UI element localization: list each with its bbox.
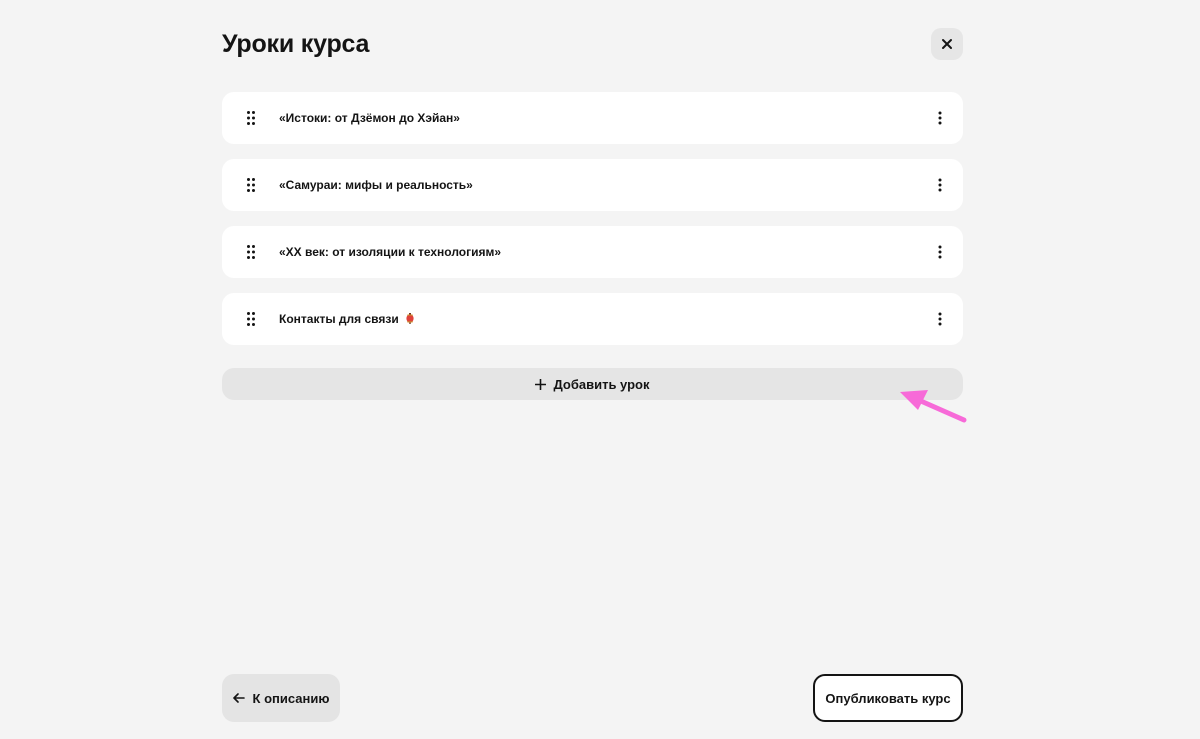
lesson-menu-button[interactable] [917, 293, 963, 345]
drag-handle[interactable] [222, 293, 279, 345]
drag-handle-icon [246, 178, 255, 192]
drag-handle-icon [246, 111, 255, 125]
lesson-title-text: Контакты для связи [279, 312, 399, 326]
more-vertical-icon [938, 178, 942, 192]
close-icon [942, 39, 952, 49]
add-lesson-label: Добавить урок [553, 376, 650, 392]
more-vertical-icon [938, 245, 942, 259]
lesson-title: «Самураи: мифы и реальность» [279, 178, 473, 192]
lesson-menu-button[interactable] [917, 159, 963, 211]
drag-handle[interactable] [222, 226, 279, 278]
drag-handle-icon [246, 312, 255, 326]
page-title: Уроки курса [222, 30, 370, 58]
lesson-item[interactable]: «Самураи: мифы и реальность» [222, 159, 963, 211]
more-vertical-icon [938, 111, 942, 125]
lesson-title: «XX век: от изоляции к технологиям» [279, 245, 502, 259]
plus-icon [535, 378, 547, 390]
close-button[interactable] [931, 28, 963, 60]
lesson-item[interactable]: Контакты для связи [222, 293, 963, 345]
lesson-item[interactable]: «Истоки: от Дзёмон до Хэйан» [222, 92, 963, 144]
drag-handle[interactable] [222, 159, 279, 211]
red-lantern-icon [406, 313, 414, 324]
add-lesson-button[interactable]: Добавить урок [222, 368, 963, 400]
lesson-item[interactable]: «XX век: от изоляции к технологиям» [222, 226, 963, 278]
lessons-editor: Уроки курса «Истоки: от Дзёмон до Хэйан» [222, 0, 967, 739]
lesson-list: «Истоки: от Дзёмон до Хэйан» «Самураи: м… [222, 92, 963, 360]
arrow-left-icon [232, 693, 245, 703]
annotation-arrow [900, 390, 967, 423]
back-label: К описанию [252, 690, 330, 706]
lesson-title: «Истоки: от Дзёмон до Хэйан» [279, 111, 460, 125]
drag-handle-icon [246, 245, 255, 259]
drag-handle[interactable] [222, 92, 279, 144]
publish-course-button[interactable]: Опубликовать курс [813, 674, 963, 722]
back-to-description-button[interactable]: К описанию [222, 674, 340, 722]
lesson-title: Контакты для связи [279, 312, 917, 326]
publish-label: Опубликовать курс [825, 690, 951, 706]
more-vertical-icon [938, 312, 942, 326]
lesson-menu-button[interactable] [917, 92, 963, 144]
lesson-menu-button[interactable] [917, 226, 963, 278]
